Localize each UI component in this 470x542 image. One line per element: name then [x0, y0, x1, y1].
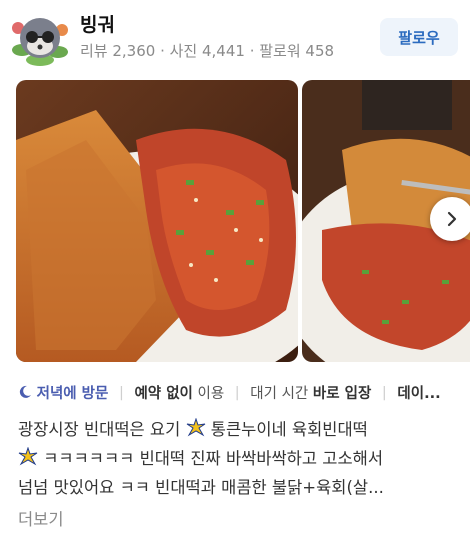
photo-carousel[interactable] — [16, 80, 470, 362]
review-line-2: ㅋㅋㅋㅋㅋㅋ 빈대떡 진짜 바싹바싹하고 고소해서 — [38, 449, 384, 468]
review-text[interactable]: 광장시장 빈대떡은 요기 통큰누이네 육회빈대떡 ㅋㅋㅋㅋㅋㅋ 빈대떡 진짜 바… — [18, 415, 458, 502]
reviewer-stats: 리뷰 2,360 · 사진 4,441 · 팔로워 458 — [80, 42, 335, 60]
tag-wait-strong: 바로 입장 — [312, 386, 372, 402]
sparkle-emoji-icon — [186, 418, 205, 437]
reviewer-name[interactable]: 빙궈 — [80, 10, 115, 37]
review-line-1b: 통큰누이네 육회빈대떡 — [205, 420, 368, 439]
review-line: 광장시장 빈대떡은 요기 통큰누이네 육회빈대떡 — [18, 415, 458, 444]
review-line: 넘넘 맛있어요 ㅋㅋ 빈대떡과 매콤한 불닭+육회(살... — [18, 473, 458, 502]
review-line-3: 넘넘 맛있어요 ㅋㅋ 빈대떡과 매콤한 불닭+육회(살... — [18, 478, 384, 497]
review-line: ㅋㅋㅋㅋㅋㅋ 빈대떡 진짜 바싹바싹하고 고소해서 — [18, 444, 458, 473]
reviewer-header: 빙궈 리뷰 2,360 · 사진 4,441 · 팔로워 458 팔로우 — [0, 0, 470, 78]
review-line-1a: 광장시장 빈대떡은 요기 — [18, 420, 181, 439]
read-more-link[interactable]: 더보기 — [18, 506, 64, 530]
tag-wait-rest: 대기 시간 — [250, 386, 313, 402]
tag-reservation-rest: 이용 — [192, 386, 225, 402]
moon-icon — [18, 385, 37, 401]
tag-reservation-strong: 예약 없이 — [134, 386, 193, 402]
follow-button[interactable]: 팔로우 — [380, 18, 458, 56]
chevron-right-icon — [447, 211, 457, 227]
next-photo-button[interactable] — [430, 197, 470, 241]
tag-divider: | — [118, 384, 124, 401]
review-photo-1[interactable] — [16, 80, 298, 362]
tag-divider: | — [234, 384, 240, 401]
sparkle-emoji-icon — [18, 447, 38, 466]
avatar[interactable] — [8, 10, 72, 68]
tag-divider: | — [381, 384, 387, 401]
visit-tags[interactable]: 저녁에 방문 | 예약 없이 이용 | 대기 시간 바로 입장 | 데이... — [18, 382, 470, 404]
tag-visit-time: 저녁에 방문 — [36, 386, 109, 402]
tag-more: 데이... — [397, 386, 441, 402]
